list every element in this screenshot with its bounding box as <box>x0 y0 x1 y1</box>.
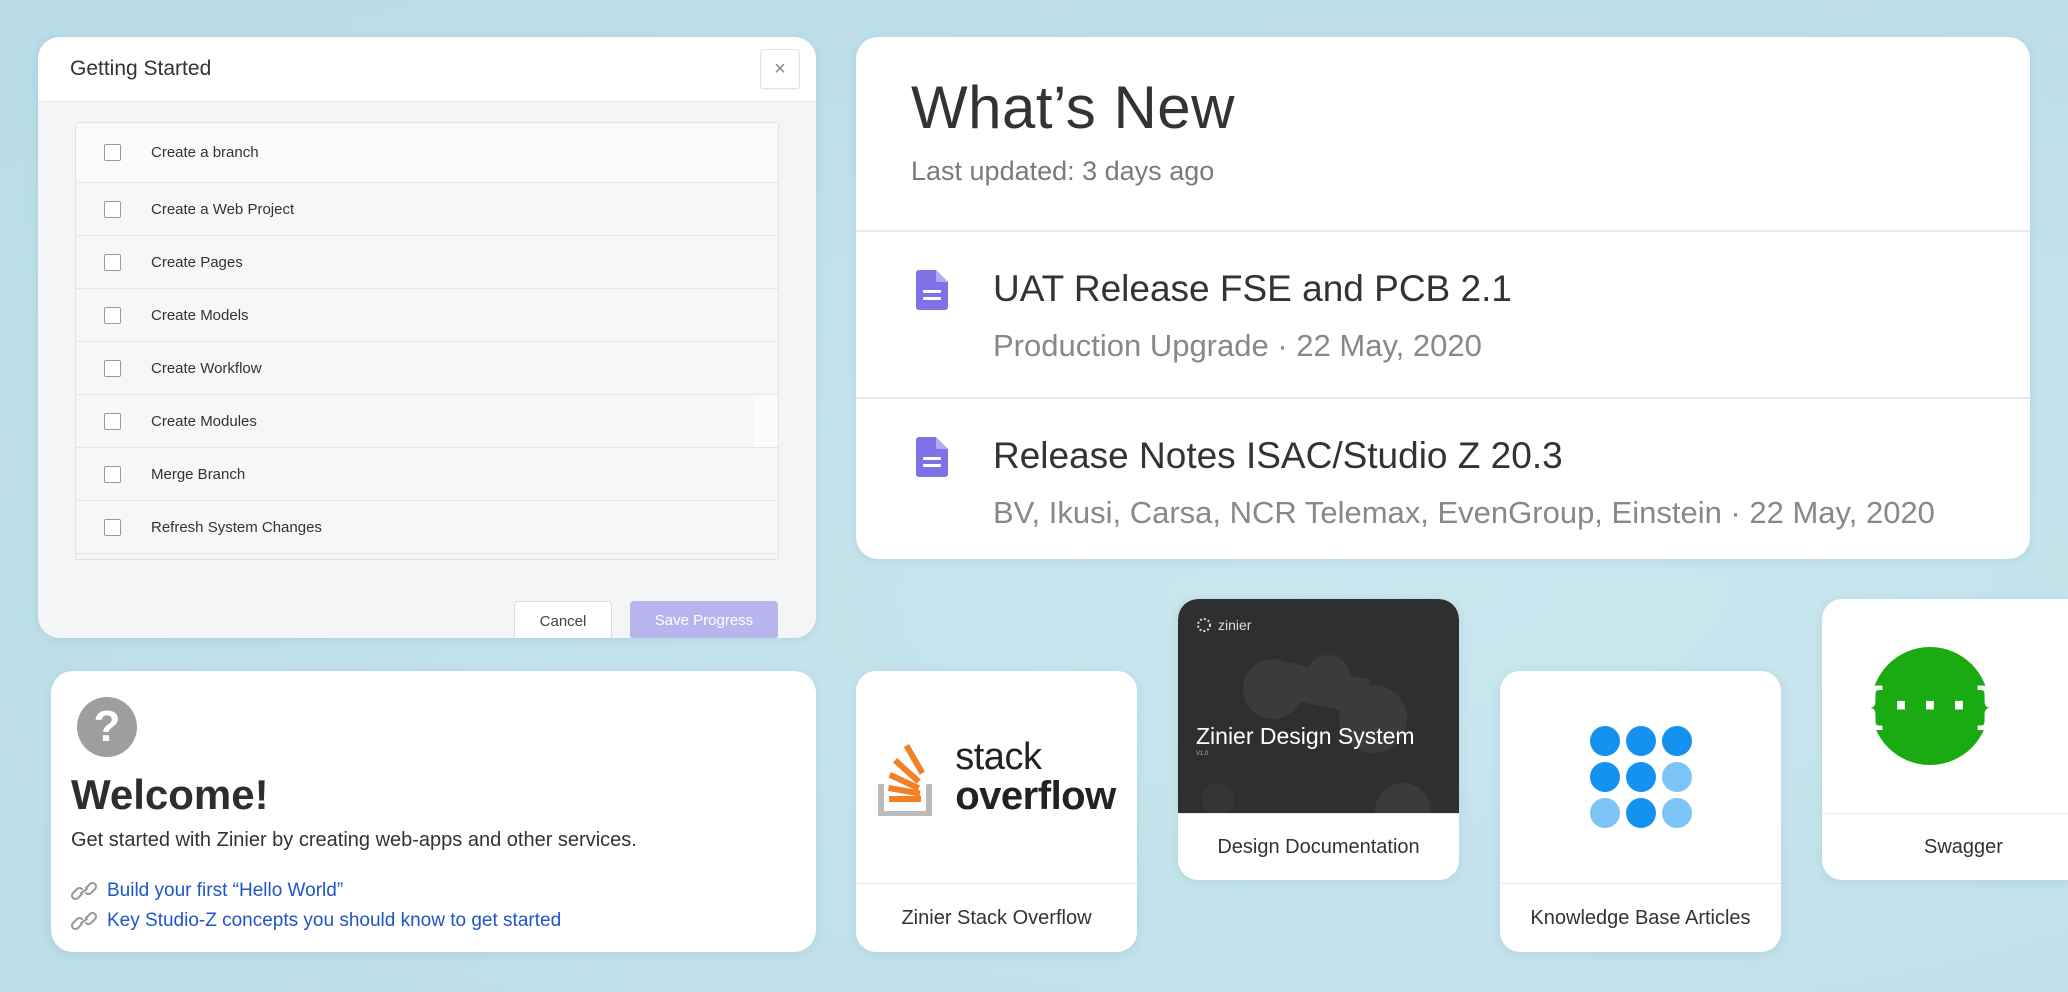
zinier-logo-icon <box>1197 618 1211 632</box>
tile-art <box>1500 671 1781 883</box>
stack-overflow-wordmark: stack overflow <box>955 736 1116 818</box>
checklist-item[interactable]: Create a Web Project <box>76 183 778 236</box>
news-subtitle: BV, Ikusi, Carsa, NCR Telemax, EvenGroup… <box>993 495 1935 530</box>
tile-caption: Knowledge Base Articles <box>1500 883 1781 952</box>
news-item[interactable]: UAT Release FSE and PCB 2.1 Production U… <box>856 232 2030 399</box>
task-checkbox[interactable] <box>104 306 121 324</box>
dot <box>1661 762 1692 792</box>
task-checkbox[interactable] <box>104 518 121 536</box>
link-icon <box>71 912 97 930</box>
task-checkbox[interactable] <box>104 144 121 161</box>
document-icon <box>916 437 948 477</box>
dot <box>1589 726 1620 756</box>
dot <box>1625 798 1656 828</box>
art-version: V1.0 <box>1196 751 1209 757</box>
checklist-item[interactable]: Merge Branch <box>76 448 778 501</box>
news-item[interactable]: Release Notes ISAC/Studio Z 20.3 BV, Iku… <box>856 399 2030 559</box>
task-checkbox[interactable] <box>104 465 121 483</box>
knowledge-base-tile[interactable]: Knowledge Base Articles <box>1500 671 1781 952</box>
task-checkbox[interactable] <box>104 412 121 430</box>
dot <box>1661 798 1692 828</box>
save-progress-button[interactable]: Save Progress <box>630 601 778 638</box>
knowledge-base-dots-icon <box>1589 726 1692 828</box>
welcome-subtitle: Get started with Zinier by creating web-… <box>71 829 637 851</box>
stack-overflow-logo-icon <box>878 744 933 816</box>
design-system-art: zinier Zinier Design System V1.0 <box>1178 599 1459 813</box>
checklist-item[interactable]: Create Workflow <box>76 342 778 395</box>
close-icon: × <box>774 57 786 80</box>
stack-overflow-tile[interactable]: stack overflow Zinier Stack Overflow <box>856 671 1137 952</box>
tile-art: {···} <box>1822 599 2068 813</box>
dot <box>1661 726 1692 756</box>
whats-new-title: What’s New <box>911 74 1235 141</box>
tile-caption: Design Documentation <box>1178 813 1459 880</box>
dot <box>1625 762 1656 792</box>
news-title: UAT Release FSE and PCB 2.1 <box>993 268 1512 309</box>
checklist-item[interactable]: Create Pages <box>76 236 778 289</box>
task-checklist: Create a branch Create a Web Project Cre… <box>75 122 779 560</box>
tile-caption: Swagger <box>1822 813 2068 880</box>
task-checkbox[interactable] <box>104 200 121 218</box>
task-label: Refresh System Changes <box>151 518 322 536</box>
checklist-item[interactable]: Create Models <box>76 289 778 342</box>
task-label: Create Pages <box>151 253 243 271</box>
cancel-button[interactable]: Cancel <box>514 601 612 638</box>
dot <box>1589 798 1620 828</box>
dot <box>1589 762 1620 792</box>
link-label: Key Studio-Z concepts you should know to… <box>107 910 562 931</box>
dialog-header: Getting Started × <box>38 37 816 102</box>
checklist-item[interactable]: Create a branch <box>76 123 778 183</box>
task-label: Create a branch <box>151 144 259 161</box>
design-documentation-tile[interactable]: zinier Zinier Design System V1.0 Design … <box>1178 599 1459 880</box>
dialog-actions: Cancel Save Progress <box>514 601 778 638</box>
dot <box>1625 726 1656 756</box>
help-icon: ? <box>77 697 137 757</box>
news-title: Release Notes ISAC/Studio Z 20.3 <box>993 435 1563 476</box>
close-button[interactable]: × <box>760 49 800 89</box>
checklist-item[interactable]: Refresh System Changes <box>76 501 778 554</box>
task-label: Create Workflow <box>151 359 262 377</box>
tile-art: stack overflow <box>856 671 1137 883</box>
whats-new-card: What’s New Last updated: 3 days ago UAT … <box>856 37 2030 559</box>
getting-started-dialog: Getting Started × Create a branch Create… <box>38 37 816 638</box>
brand-name: zinier <box>1218 617 1252 633</box>
welcome-links: Build your first “Hello World” Key Studi… <box>71 876 561 936</box>
task-checkbox[interactable] <box>104 253 121 271</box>
swagger-tile[interactable]: {···} Swagger <box>1822 599 2068 880</box>
whats-new-header: What’s New Last updated: 3 days ago <box>856 37 2030 232</box>
dialog-body: Create a branch Create a Web Project Cre… <box>38 102 816 638</box>
document-icon <box>916 270 948 310</box>
tile-caption: Zinier Stack Overflow <box>856 883 1137 952</box>
task-label: Create a Web Project <box>151 200 295 218</box>
task-checkbox[interactable] <box>104 359 121 377</box>
welcome-title: Welcome! <box>71 771 269 818</box>
last-updated: Last updated: 3 days ago <box>911 156 1215 186</box>
news-subtitle: Production Upgrade · 22 May, 2020 <box>993 328 1482 363</box>
wordmark-line-1: stack <box>955 736 1042 778</box>
hello-world-link[interactable]: Build your first “Hello World” <box>71 876 561 906</box>
checklist-item[interactable]: Create Modules <box>76 395 778 448</box>
swagger-logo-icon: {···} <box>1858 647 2002 765</box>
task-label: Create Models <box>151 306 249 324</box>
task-label: Create Modules <box>151 412 257 430</box>
task-label: Merge Branch <box>151 465 246 483</box>
studio-z-concepts-link[interactable]: Key Studio-Z concepts you should know to… <box>71 906 561 936</box>
art-title: Zinier Design System <box>1196 723 1415 749</box>
wordmark-line-2: overflow <box>955 774 1116 818</box>
link-icon <box>71 882 97 900</box>
dialog-title: Getting Started <box>70 57 212 80</box>
welcome-card: ? Welcome! Get started with Zinier by cr… <box>51 671 816 952</box>
zinier-brand: zinier <box>1196 617 1251 633</box>
link-label: Build your first “Hello World” <box>107 880 344 901</box>
